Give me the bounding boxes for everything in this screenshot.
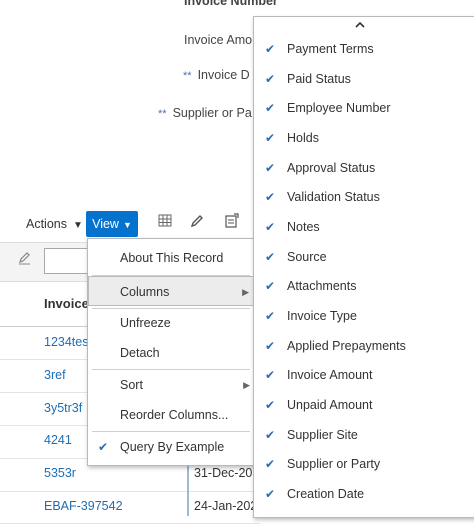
view-label: View bbox=[92, 217, 119, 231]
menu-item-about-this-record[interactable]: About This Record bbox=[88, 243, 254, 273]
view-menu: About This Record Columns ▶ Unfreeze Deta… bbox=[87, 238, 255, 466]
column-label: Notes bbox=[287, 220, 320, 234]
column-toggle-creation-date[interactable]: ✔ Creation Date bbox=[254, 481, 474, 507]
checkmark-icon: ✔ bbox=[265, 339, 276, 353]
checkmark-icon: ✔ bbox=[265, 161, 276, 175]
column-label: Unpaid Amount bbox=[287, 398, 373, 412]
menu-item-columns[interactable]: Columns ▶ bbox=[88, 276, 254, 306]
column-toggle-attachments[interactable]: ✔ Attachments bbox=[254, 273, 474, 299]
column-toggle-employee-number[interactable]: ✔ Employee Number bbox=[254, 95, 474, 121]
invoice-link[interactable]: EBAF-397542 bbox=[44, 499, 123, 513]
invoice-number-label: Invoice Number bbox=[184, 0, 278, 8]
column-toggle-validation-status[interactable]: ✔ Validation Status bbox=[254, 184, 474, 210]
column-toggle-applied-prepayments[interactable]: ✔ Applied Prepayments bbox=[254, 333, 474, 359]
checkmark-icon: ✔ bbox=[265, 487, 276, 501]
column-label: Payment Terms bbox=[287, 42, 374, 56]
checkmark-icon: ✔ bbox=[265, 220, 276, 234]
export-icon[interactable] bbox=[222, 213, 242, 233]
column-label: Invoice Amount bbox=[287, 368, 373, 382]
invoice-date-label: ** Invoice D bbox=[183, 68, 250, 82]
invoice-date-cell: 31-Dec-202 bbox=[194, 466, 260, 480]
checkmark-icon: ✔ bbox=[265, 101, 276, 115]
column-label: Applied Prepayments bbox=[287, 339, 406, 353]
edit-icon[interactable] bbox=[187, 213, 207, 233]
menu-item-reorder-columns[interactable]: Reorder Columns... bbox=[88, 400, 254, 430]
invoice-link[interactable]: 5353r bbox=[44, 466, 76, 480]
column-label: Approval Status bbox=[287, 161, 376, 175]
column-divider bbox=[187, 460, 189, 516]
checkmark-icon: ✔ bbox=[265, 72, 276, 86]
column-label: Employee Number bbox=[287, 101, 391, 115]
column-label: Attachments bbox=[287, 279, 357, 293]
column-label: Validation Status bbox=[287, 190, 380, 204]
column-label: Source bbox=[287, 250, 327, 264]
supplier-text: Supplier or Pa bbox=[172, 106, 252, 120]
column-label: Creation Date bbox=[287, 487, 365, 501]
invoice-link[interactable]: 1234tes bbox=[44, 335, 88, 349]
column-toggle-notes[interactable]: ✔ Notes bbox=[254, 214, 474, 240]
view-menu-button[interactable]: View ▼ bbox=[86, 211, 138, 237]
checkmark-icon: ✔ bbox=[265, 398, 276, 412]
submenu-arrow-icon: ▶ bbox=[243, 380, 250, 390]
column-toggle-supplier-or-party[interactable]: ✔ Supplier or Party bbox=[254, 451, 474, 477]
invoice-link[interactable]: 3y5tr3f bbox=[44, 401, 82, 415]
menu-item-unfreeze[interactable]: Unfreeze bbox=[88, 308, 254, 338]
column-toggle-source[interactable]: ✔ Source bbox=[254, 244, 474, 270]
menu-item-label: Query By Example bbox=[120, 440, 225, 454]
clear-filter-icon[interactable] bbox=[18, 251, 32, 268]
column-toggle-invoice-amount[interactable]: ✔ Invoice Amount bbox=[254, 362, 474, 388]
invoice-amount-label: Invoice Amo bbox=[184, 33, 253, 47]
supplier-label: ** Supplier or Pa bbox=[158, 106, 252, 120]
column-toggle-supplier-site[interactable]: ✔ Supplier Site bbox=[254, 422, 474, 448]
invoice-link[interactable]: 3ref bbox=[44, 368, 66, 382]
column-label: Supplier or Party bbox=[287, 457, 381, 471]
filter-input[interactable] bbox=[44, 248, 92, 274]
checkmark-icon: ✔ bbox=[265, 309, 276, 323]
checkmark-icon: ✔ bbox=[265, 42, 276, 56]
actions-label: Actions bbox=[26, 217, 67, 231]
freeze-columns-icon[interactable] bbox=[156, 213, 176, 233]
invoice-date-cell: 24-Jan-202 bbox=[194, 499, 258, 513]
menu-item-detach[interactable]: Detach bbox=[88, 338, 254, 368]
caret-down-icon: ▼ bbox=[122, 220, 132, 230]
column-toggle-invoice-type[interactable]: ✔ Invoice Type bbox=[254, 303, 474, 329]
checkmark-icon: ✔ bbox=[265, 131, 276, 145]
checkmark-icon: ✔ bbox=[98, 440, 109, 454]
menu-item-label: Sort bbox=[120, 378, 143, 392]
menu-item-label: About This Record bbox=[120, 251, 224, 265]
columns-submenu: ✔ Payment Terms ✔ Paid Status ✔ Employee Nu… bbox=[253, 16, 474, 518]
column-toggle-approval-status[interactable]: ✔ Approval Status bbox=[254, 155, 474, 181]
actions-menu[interactable]: Actions ▼ bbox=[26, 217, 83, 231]
column-toggle-paid-status[interactable]: ✔ Paid Status bbox=[254, 66, 474, 92]
checkmark-icon: ✔ bbox=[265, 368, 276, 382]
column-toggle-unpaid-amount[interactable]: ✔ Unpaid Amount bbox=[254, 392, 474, 418]
required-marker: ** bbox=[158, 108, 167, 120]
column-label: Invoice Type bbox=[287, 309, 357, 323]
required-marker: ** bbox=[183, 70, 192, 82]
invoice-link[interactable]: 4241 bbox=[44, 433, 72, 447]
column-toggle-payment-terms[interactable]: ✔ Payment Terms bbox=[254, 36, 474, 62]
menu-item-label: Unfreeze bbox=[120, 316, 171, 330]
column-toggle-holds[interactable]: ✔ Holds bbox=[254, 125, 474, 151]
checkmark-icon: ✔ bbox=[265, 190, 276, 204]
caret-down-icon: ▼ bbox=[73, 220, 83, 231]
submenu-arrow-icon: ▶ bbox=[242, 287, 249, 297]
checkmark-icon: ✔ bbox=[265, 428, 276, 442]
menu-item-sort[interactable]: Sort ▶ bbox=[88, 370, 254, 400]
column-label: Paid Status bbox=[287, 72, 351, 86]
menu-item-label: Columns bbox=[120, 285, 170, 299]
invoice-column-header[interactable]: Invoice bbox=[44, 296, 89, 311]
checkmark-icon: ✔ bbox=[265, 250, 276, 264]
column-label: Supplier Site bbox=[287, 428, 358, 442]
column-label: Holds bbox=[287, 131, 319, 145]
menu-item-label: Reorder Columns... bbox=[120, 408, 229, 422]
checkmark-icon: ✔ bbox=[265, 279, 276, 293]
menu-item-label: Detach bbox=[120, 346, 160, 360]
invoice-date-text: Invoice D bbox=[197, 68, 250, 82]
chevron-up-icon[interactable] bbox=[354, 19, 366, 33]
checkmark-icon: ✔ bbox=[265, 457, 276, 471]
menu-item-query-by-example[interactable]: ✔ Query By Example bbox=[88, 432, 254, 462]
